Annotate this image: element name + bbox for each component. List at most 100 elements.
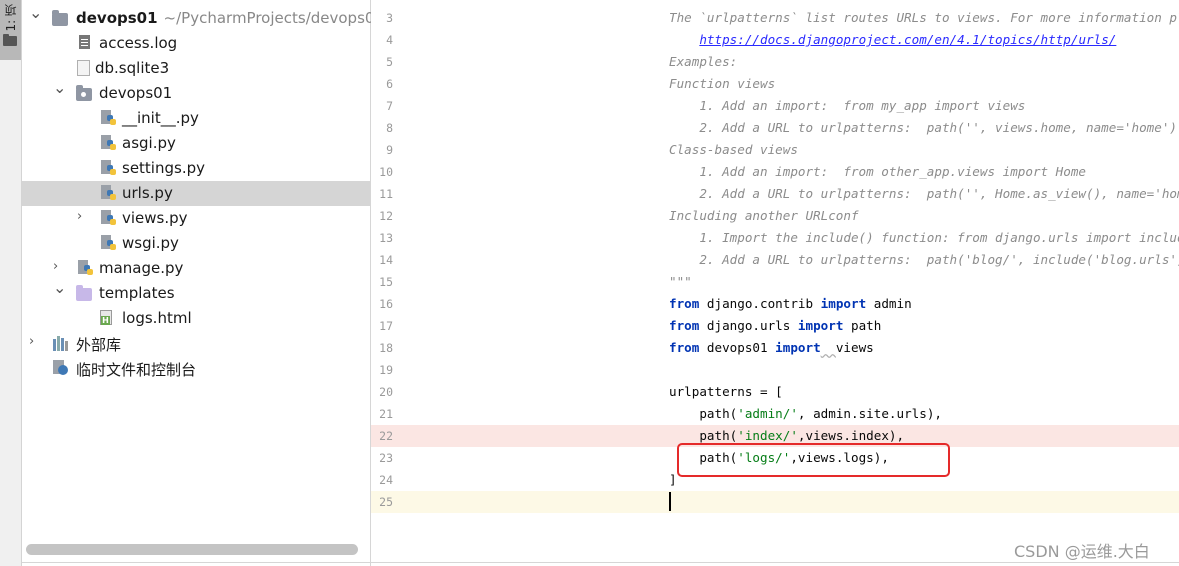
line-number: 22 <box>379 429 393 443</box>
code-token: path( <box>669 428 738 443</box>
code-token: 2. Add a URL to urlpatterns: path('', vi… <box>669 120 1177 135</box>
line-number: 12 <box>379 209 393 223</box>
python-file-icon <box>101 160 117 176</box>
tree-item-label: views.py <box>122 209 188 227</box>
panel-bottom-border <box>22 562 1179 563</box>
project-tree-panel: ⌄ devops01 ~/PycharmProjects/devops01 acces… <box>22 0 384 566</box>
line-number: 6 <box>386 77 393 91</box>
line-number: 14 <box>379 253 393 267</box>
chevron-right-icon[interactable]: › <box>77 210 89 223</box>
tree-item-access-log[interactable]: access.log <box>22 31 370 56</box>
code-token: from <box>669 340 700 355</box>
code-token: import <box>797 318 844 333</box>
tree-item-label: manage.py <box>99 259 183 277</box>
code-line: 1. Add an import: from my_app import vie… <box>669 95 1025 117</box>
tree-item-name: templates <box>99 284 175 302</box>
tree-item-templates[interactable]: ⌄ templates <box>22 280 370 306</box>
tree-item-name: urls.py <box>122 184 173 202</box>
project-path: ~/PycharmProjects/devops01 <box>163 9 384 27</box>
code-token: admin <box>866 296 912 311</box>
line-number: 23 <box>379 451 393 465</box>
code-line: The `urlpatterns` list routes URLs to vi… <box>669 7 1179 29</box>
scratch-console-icon <box>53 360 69 376</box>
python-file-icon <box>101 135 117 151</box>
chevron-down-icon[interactable]: ⌄ <box>29 5 42 21</box>
tree-item-name: devops01 <box>99 84 173 102</box>
tree-item-logs-html[interactable]: Hlogs.html <box>22 306 370 331</box>
code-token: The `urlpatterns` list routes URLs to vi… <box>669 10 1179 25</box>
chevron-down-icon[interactable]: ⌄ <box>53 280 66 296</box>
tree-item-views-py[interactable]: › views.py <box>22 206 370 231</box>
file-icon <box>77 60 90 76</box>
code-token: 'index/' <box>737 428 798 443</box>
line-number: 5 <box>386 55 393 69</box>
tree-item-asgi-py[interactable]: asgi.py <box>22 131 370 156</box>
code-token: from <box>669 318 700 333</box>
tree-item-manage-py[interactable]: › manage.py <box>22 256 370 281</box>
code-token: 2. Add a URL to urlpatterns: path('', Ho… <box>669 186 1179 201</box>
tree-item-wsgi-py[interactable]: wsgi.py <box>22 231 370 256</box>
tree-item-devops01-pkg[interactable]: ⌄ devops01 <box>22 80 370 106</box>
code-editor[interactable]: The `urlpatterns` list routes URLs to vi… <box>401 0 1179 566</box>
code-line: urlpatterns = [ <box>669 381 783 403</box>
python-file-icon <box>78 260 94 276</box>
python-file-icon <box>101 235 117 251</box>
line-highlight <box>401 491 1179 513</box>
folder-icon <box>52 10 68 26</box>
code-line: """ <box>669 271 692 293</box>
code-line: Function views <box>669 73 775 95</box>
code-token: , admin.site.urls), <box>797 406 942 421</box>
tree-item-init-py[interactable]: __init__.py <box>22 106 370 131</box>
line-number: 15 <box>379 275 393 289</box>
tree-item-label: urls.py <box>122 184 173 202</box>
tree-item-label: logs.html <box>122 309 192 327</box>
line-number: 13 <box>379 231 393 245</box>
tree-item-devops01-root[interactable]: ⌄ devops01 ~/PycharmProjects/devops01 <box>22 5 384 31</box>
text-caret <box>669 492 671 511</box>
chevron-down-icon[interactable]: ⌄ <box>53 80 66 96</box>
line-number: 10 <box>379 165 393 179</box>
tree-item-name: views.py <box>122 209 188 227</box>
code-token: import <box>775 340 821 355</box>
python-file-icon <box>101 185 117 201</box>
tree-item-name: manage.py <box>99 259 184 277</box>
tree-item-label: __init__.py <box>122 109 199 127</box>
line-number: 8 <box>386 121 393 135</box>
tree-item-name: wsgi.py <box>122 234 179 252</box>
code-token: 2. Add a URL to urlpatterns: path('blog/… <box>669 252 1179 267</box>
tree-item-settings-py[interactable]: settings.py <box>22 156 370 181</box>
project-tool-tab[interactable]: 1: 项 <box>0 0 21 60</box>
code-token: Function views <box>669 76 776 91</box>
tree-item-label: access.log <box>99 34 177 52</box>
tree-item-urls-py[interactable]: urls.py <box>22 181 370 206</box>
code-token: django.contrib <box>699 296 821 311</box>
code-token: path <box>843 318 882 333</box>
tree-item-name: settings.py <box>122 159 205 177</box>
code-token: 1. Import the include() function: from d… <box>699 230 1179 245</box>
code-line: from django.contrib import admin <box>669 293 912 315</box>
line-number: 20 <box>379 385 393 399</box>
line-number: 21 <box>379 407 393 421</box>
tool-window-strip: 1: 项 <box>0 0 22 566</box>
code-line: from django.urls import path <box>669 315 881 337</box>
code-line: 2. Add a URL to urlpatterns: path('blog/… <box>669 249 1179 271</box>
code-line: 2. Add a URL to urlpatterns: path('', Ho… <box>669 183 1179 205</box>
code-token: 'admin/' <box>737 406 798 421</box>
code-token: ] <box>669 472 677 487</box>
tree-item-label: 外部库 <box>76 334 121 355</box>
tree-item-scratches[interactable]: 临时文件和控制台 <box>22 356 370 381</box>
line-number: 18 <box>379 341 393 355</box>
line-number: 16 <box>379 297 393 311</box>
doc-link[interactable]: https://docs.djangoproject.com/en/4.1/to… <box>699 32 1116 47</box>
code-token: urlpatterns = [ <box>669 384 783 399</box>
horizontal-scrollbar[interactable] <box>26 544 358 555</box>
project-tool-tab-label: 1: 项 <box>4 4 18 32</box>
tree-item-db-sqlite3[interactable]: db.sqlite3 <box>22 56 370 81</box>
line-number: 4 <box>386 33 393 47</box>
chevron-right-icon[interactable]: › <box>29 335 41 348</box>
tree-item-external-libs[interactable]: › 外部库 <box>22 331 370 356</box>
tree-item-label: 临时文件和控制台 <box>76 359 196 380</box>
tree-item-name: logs.html <box>122 309 192 327</box>
code-token: ,views.index), <box>797 428 905 443</box>
chevron-right-icon[interactable]: › <box>53 260 65 273</box>
